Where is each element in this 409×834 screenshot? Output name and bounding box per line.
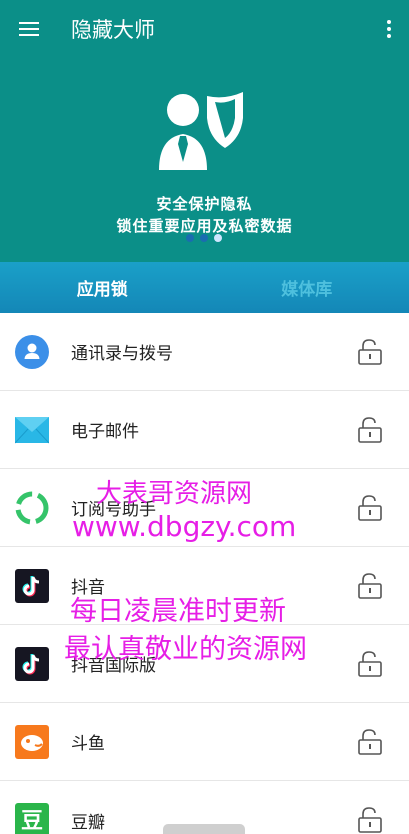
unlock-icon[interactable] — [357, 416, 383, 444]
tab-bar: 应用锁 媒体库 — [0, 262, 409, 313]
list-item[interactable]: 订阅号助手 — [0, 469, 409, 547]
menu-button[interactable] — [0, 0, 58, 58]
contacts-icon — [15, 334, 49, 369]
svg-text:豆: 豆 — [21, 809, 43, 834]
page-title: 隐藏大师 — [71, 18, 155, 42]
unlock-icon[interactable] — [357, 650, 383, 678]
app-name: 电子邮件 — [71, 422, 139, 442]
list-item[interactable]: 斗鱼 — [0, 703, 409, 781]
subscription-assistant-icon — [15, 491, 49, 525]
tiktok-icon — [15, 646, 49, 681]
unlock-icon[interactable] — [357, 806, 383, 834]
page-dot-active — [214, 234, 222, 242]
list-item[interactable]: 电子邮件 — [0, 391, 409, 469]
page-dot — [186, 234, 194, 242]
list-item[interactable]: 抖音 — [0, 547, 409, 625]
list-item[interactable]: 抖音国际版 — [0, 625, 409, 703]
more-options-button[interactable] — [369, 0, 409, 58]
douyin-icon — [15, 568, 49, 603]
app-list: 通讯录与拨号 电子邮件 订阅号助手 抖音 抖音国际版 斗鱼 豆 豆瓣 — [0, 313, 409, 834]
unlock-icon[interactable] — [357, 494, 383, 522]
unlock-icon[interactable] — [357, 728, 383, 756]
more-vert-icon — [387, 20, 391, 24]
promo-banner[interactable]: 安全保护隐私 锁住重要应用及私密数据 — [0, 58, 409, 262]
privacy-shield-icon — [159, 92, 243, 170]
app-name: 抖音 — [71, 578, 105, 598]
list-item[interactable]: 通讯录与拨号 — [0, 313, 409, 391]
tab-app-lock[interactable]: 应用锁 — [0, 275, 205, 300]
tab-media-library[interactable]: 媒体库 — [205, 275, 409, 300]
page-dot — [200, 234, 208, 242]
menu-icon — [19, 21, 39, 37]
banner-headline: 安全保护隐私 — [156, 195, 253, 213]
unlock-icon[interactable] — [357, 572, 383, 600]
bottom-sheet-handle[interactable] — [163, 824, 245, 834]
app-bar: 隐藏大师 — [0, 0, 409, 58]
unlock-icon[interactable] — [357, 338, 383, 366]
banner-subline: 锁住重要应用及私密数据 — [116, 217, 293, 235]
banner-page-indicator — [186, 234, 222, 242]
douyu-icon — [15, 724, 49, 759]
app-name: 订阅号助手 — [71, 500, 156, 520]
app-name: 抖音国际版 — [71, 656, 156, 676]
app-name: 通讯录与拨号 — [71, 344, 173, 364]
email-icon — [15, 413, 49, 447]
douban-icon: 豆 — [15, 803, 49, 834]
app-name: 斗鱼 — [71, 734, 105, 754]
